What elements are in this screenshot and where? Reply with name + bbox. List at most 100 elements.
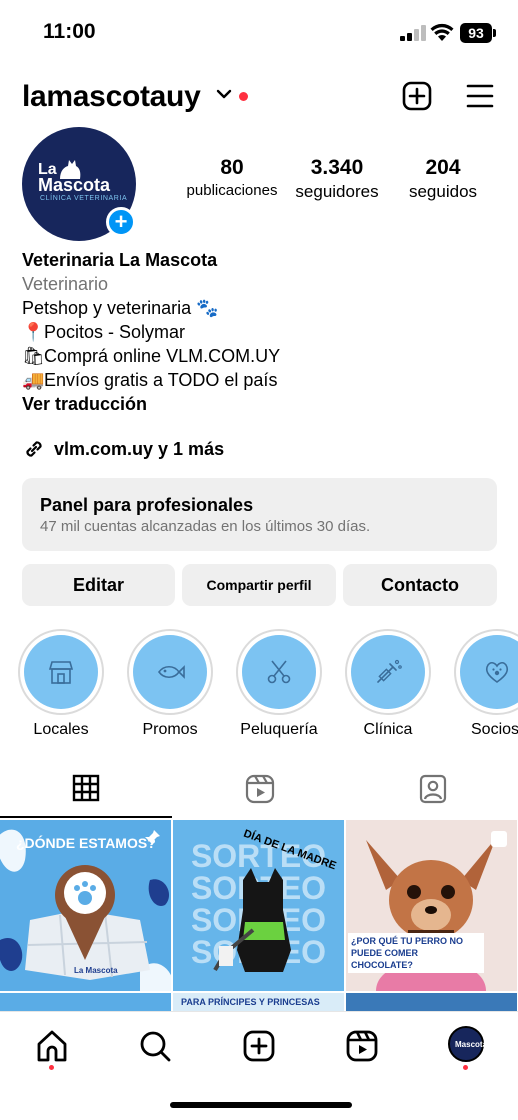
profile-tabs <box>0 768 518 818</box>
highlight-label: Clínica <box>363 721 413 738</box>
professional-dashboard[interactable]: Panel para profesionales 47 mil cuentas … <box>22 478 497 551</box>
bio-line-1: Petshop y veterinaria 🐾 <box>22 298 219 318</box>
scissors-icon <box>267 660 291 684</box>
stat-following-value: 204 <box>425 156 461 179</box>
stat-followers[interactable]: 3.340 seguidores <box>286 156 388 202</box>
pin-icon <box>145 830 160 845</box>
highlight-ring <box>345 629 431 715</box>
post-row2-3[interactable] <box>346 993 517 1011</box>
profile-header: lamascotauy <box>0 74 518 122</box>
tab-tagged[interactable] <box>346 768 518 818</box>
highlight-label: Locales <box>33 721 89 738</box>
highlight-clinica[interactable]: Clínica <box>342 629 434 739</box>
post-chocolate[interactable]: ¿POR QUÉ TU PERRO NO PUEDE COMER CHOCOLA… <box>346 820 517 991</box>
edit-profile-button[interactable]: Editar <box>22 564 175 606</box>
stat-posts-label: publicaciones <box>186 182 278 199</box>
highlight-label: Socios <box>471 721 518 738</box>
professional-dashboard-title: Panel para profesionales <box>40 495 254 515</box>
highlight-socios[interactable]: Socios <box>451 629 518 739</box>
chevron-down-icon[interactable] <box>216 88 232 100</box>
create-post-icon[interactable] <box>402 81 432 111</box>
highlight-cover <box>133 635 207 709</box>
profile-category: Veterinario <box>22 274 109 294</box>
tab-posts-grid[interactable] <box>0 768 172 818</box>
highlight-locales[interactable]: Locales <box>15 629 107 739</box>
highlight-ring <box>18 629 104 715</box>
cellular-signal-icon <box>400 25 426 41</box>
highlight-peluqueria[interactable]: Peluquería <box>233 629 325 739</box>
pin-icon: 📍 <box>22 322 45 342</box>
profile-notification-dot <box>463 1065 468 1070</box>
home-notification-dot <box>49 1065 54 1070</box>
wifi-icon <box>430 23 454 41</box>
shopping-bags-icon: 🛍 <box>22 346 45 366</box>
post-donde-estamos[interactable]: ¿DÓNDE ESTAMOS? La Mascota <box>0 820 171 991</box>
stat-posts[interactable]: 80 publicaciones <box>182 156 282 199</box>
add-story-button[interactable]: + <box>106 207 136 237</box>
search-icon[interactable] <box>137 1028 173 1064</box>
stat-followers-value: 3.340 <box>310 156 364 179</box>
avatar-logo-line2: Mascota <box>38 175 111 195</box>
store-icon <box>48 661 74 684</box>
bio-line-2: 📍Pocitos - Solymar <box>22 320 502 344</box>
highlight-ring <box>127 629 213 715</box>
avatar-logo-mini: Mascota <box>455 1040 488 1049</box>
post-caption: PARA PRÍNCIPES Y PRINCESAS <box>181 997 320 1007</box>
bio-line-2-text: Pocitos - Solymar <box>44 322 186 342</box>
profile-link-text: vlm.com.uy y 1 más <box>54 439 225 459</box>
highlight-cover <box>24 635 98 709</box>
link-icon <box>26 441 42 457</box>
menu-icon[interactable] <box>466 83 494 109</box>
delivery-truck-icon: 🚚 <box>22 370 45 390</box>
notification-dot <box>239 92 248 101</box>
stat-following-label: seguidos <box>408 182 478 201</box>
status-bar: 11:00 93 <box>0 0 518 66</box>
home-indicator <box>170 1102 352 1108</box>
reels-icon <box>245 774 275 804</box>
highlight-ring <box>236 629 322 715</box>
bio-line-4: 🚚Envíos gratis a TODO el país <box>22 368 502 392</box>
see-translation-link[interactable]: Ver traducción <box>22 392 502 416</box>
avatar-logo-line3: CLÍNICA VETERINARIA <box>40 195 128 202</box>
multiple-posts-icon <box>491 831 507 847</box>
heart-paw-icon <box>485 661 509 683</box>
stat-followers-label: seguidores <box>295 182 379 201</box>
highlight-label: Promos <box>142 721 198 738</box>
profile-name: Veterinaria La Mascota <box>22 250 218 270</box>
post-title: ¿DÓNDE ESTAMOS? <box>16 835 156 851</box>
post-row2-2[interactable]: PARA PRÍNCIPES Y PRINCESAS <box>173 993 344 1011</box>
highlight-label: Peluquería <box>240 721 318 738</box>
post-sorteo[interactable]: SORTEO SORTEO SORTEO SORTEO DÍA DE LA MA… <box>173 820 344 991</box>
syringe-icon <box>377 659 402 683</box>
stat-following[interactable]: 204 seguidos <box>400 156 486 202</box>
create-icon[interactable] <box>241 1028 277 1064</box>
stat-posts-value: 80 <box>220 156 244 179</box>
highlight-cover <box>351 635 425 709</box>
professional-dashboard-subtitle: 47 mil cuentas alcanzadas en los últimos… <box>40 518 371 535</box>
bio-line-3: 🛍Comprá online VLM.COM.UY <box>22 344 502 368</box>
battery-indicator: 93 <box>460 23 492 43</box>
post-row2-1[interactable] <box>0 993 171 1011</box>
highlight-cover <box>242 635 316 709</box>
highlight-promos[interactable]: Promos <box>124 629 216 739</box>
fish-icon <box>158 665 185 679</box>
highlight-cover <box>460 635 518 709</box>
profile-bio: Veterinaria La Mascota Veterinario Petsh… <box>22 248 502 416</box>
tab-reels[interactable] <box>173 768 345 818</box>
bio-line-3-text: Comprá online VLM.COM.UY <box>44 346 281 366</box>
grid-icon <box>72 774 100 802</box>
username-switcher[interactable]: lamascotauy <box>22 80 201 114</box>
contact-button[interactable]: Contacto <box>343 564 497 606</box>
battery-nub <box>493 29 496 37</box>
status-time: 11:00 <box>43 20 96 43</box>
dog-with-harness-illustration <box>213 868 291 972</box>
reels-icon[interactable] <box>344 1028 380 1064</box>
profile-avatar-tab[interactable]: Mascota <box>448 1026 488 1062</box>
tagged-person-icon <box>419 774 447 804</box>
home-icon[interactable] <box>34 1028 70 1064</box>
post-title: ¿POR QUÉ TU PERRO NO PUEDE COMER CHOCOLA… <box>348 933 484 973</box>
highlight-ring <box>454 629 518 715</box>
bio-line-4-text: Envíos gratis a TODO el país <box>44 370 278 390</box>
share-profile-button[interactable]: Compartir perfil <box>182 564 336 606</box>
post-brand: La Mascota <box>74 966 118 975</box>
